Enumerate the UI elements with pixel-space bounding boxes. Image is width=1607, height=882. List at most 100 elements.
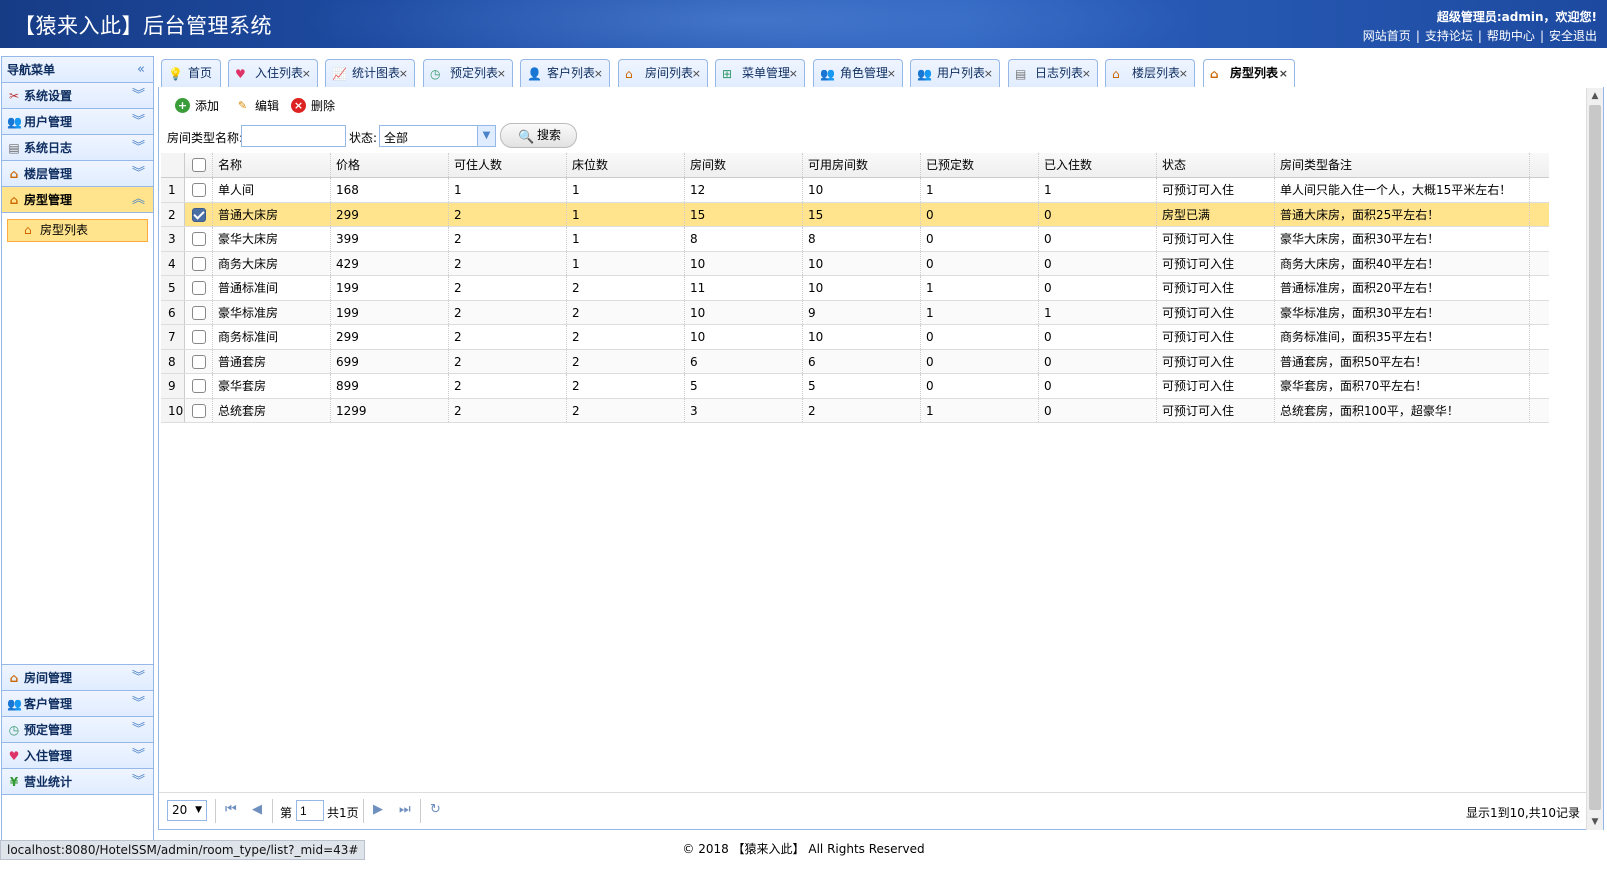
row-checkbox[interactable]	[185, 349, 213, 373]
refresh-icon[interactable]: ↻	[430, 802, 441, 817]
sidebar-group-stats[interactable]: ¥ 营业统计 ︾	[2, 769, 153, 795]
sidebar-group-rooms[interactable]: ⌂ 房间管理 ︾	[2, 665, 153, 691]
expand-icon[interactable]: ︾	[132, 665, 145, 691]
scroll-up-icon[interactable]: ▲	[1587, 88, 1603, 104]
select-all-checkbox[interactable]	[185, 153, 213, 177]
link-site-home[interactable]: 网站首页	[1363, 29, 1411, 43]
col-rooms[interactable]: 房间数	[685, 153, 803, 177]
first-page-icon[interactable]: ⏮	[225, 802, 237, 817]
expand-icon[interactable]: ︾	[132, 109, 145, 135]
close-icon[interactable]: ×	[497, 60, 506, 87]
close-icon[interactable]: ×	[789, 60, 798, 87]
scroll-thumb[interactable]	[1589, 105, 1601, 810]
link-help[interactable]: 帮助中心	[1487, 29, 1535, 43]
tab-floor-list[interactable]: ⌂ 楼层列表 ×	[1105, 59, 1195, 88]
tab-role-manage[interactable]: 👥 角色管理 ×	[813, 59, 903, 88]
link-forum[interactable]: 支持论坛	[1425, 29, 1473, 43]
close-icon[interactable]: ×	[1279, 60, 1288, 87]
next-page-icon[interactable]: ▶	[373, 802, 383, 817]
prev-page-icon[interactable]: ◀	[252, 802, 262, 817]
sidebar-group-customers[interactable]: 👥 客户管理 ︾	[2, 691, 153, 717]
delete-button[interactable]: × 删除	[289, 96, 335, 116]
tab-stats-chart[interactable]: 📈 统计图表 ×	[325, 59, 415, 88]
tab-customer-list[interactable]: 👤 客户列表 ×	[520, 59, 610, 88]
col-name[interactable]: 名称	[213, 153, 331, 177]
tab-menu-manage[interactable]: ⊞ 菜单管理 ×	[715, 59, 805, 88]
expand-icon[interactable]: ︾	[132, 83, 145, 109]
row-checkbox[interactable]	[185, 178, 213, 202]
row-checkbox[interactable]	[185, 227, 213, 251]
sidebar-group-system[interactable]: ✂ 系统设置 ︾	[2, 83, 153, 109]
table-row[interactable]: 10 总统套房 1299 2 2 3 2 1 0 可预订可入住 总统套房，面积100平，超豪华！	[161, 398, 1549, 423]
table-row[interactable]: 5 普通标准间 199 2 2 11 10 1 0 可预订可入住 普通标准房，面积20平左右！	[161, 276, 1549, 301]
col-booked[interactable]: 已预定数	[921, 153, 1039, 177]
col-available[interactable]: 可用房间数	[803, 153, 921, 177]
sidebar-group-logs[interactable]: ▤ 系统日志 ︾	[2, 135, 153, 161]
expand-icon[interactable]: ︾	[132, 743, 145, 769]
expand-icon[interactable]: ︾	[132, 717, 145, 743]
table-row[interactable]: 1 单人间 168 1 1 12 10 1 1 可预订可入住 单人间只能入住一个人，大概15平米左右…	[161, 178, 1549, 203]
table-row[interactable]: 2 普通大床房 299 2 1 15 15 0 0 房型已满 普通大床房，面积25平左右！	[161, 202, 1549, 227]
row-checkbox[interactable]	[185, 202, 213, 226]
sidebar-group-roomtype[interactable]: ⌂ 房型管理 ︽	[2, 187, 153, 213]
expand-icon[interactable]: ︾	[132, 135, 145, 161]
sidebar-group-checkin[interactable]: ♥ 入住管理 ︾	[2, 743, 153, 769]
group-label: 楼层管理	[24, 167, 73, 181]
close-icon[interactable]: ×	[692, 60, 701, 87]
collapse-icon[interactable]: ︽	[132, 187, 145, 213]
expand-icon[interactable]: ︾	[132, 691, 145, 717]
close-icon[interactable]: ×	[302, 60, 311, 87]
vertical-scrollbar[interactable]: ▲ ▼	[1586, 88, 1603, 830]
col-remark[interactable]: 房间类型备注	[1275, 153, 1530, 177]
close-icon[interactable]: ×	[1179, 60, 1188, 87]
link-logout[interactable]: 安全退出	[1549, 29, 1597, 43]
sidebar-group-floors[interactable]: ⌂ 楼层管理 ︾	[2, 161, 153, 187]
table-row[interactable]: 6 豪华标准房 199 2 2 10 9 1 1 可预订可入住 豪华标准房，面积30平左右！	[161, 300, 1549, 325]
roomtype-name-input[interactable]	[241, 125, 346, 147]
collapse-sidebar-icon[interactable]: «	[137, 57, 145, 83]
tab-user-list[interactable]: 👥 用户列表 ×	[910, 59, 1000, 88]
cell-available: 15	[803, 202, 921, 226]
col-beds[interactable]: 床位数	[567, 153, 685, 177]
page-size-select[interactable]: 20 ▼	[167, 800, 207, 821]
tab-checkin-list[interactable]: ♥ 入住列表 ×	[228, 59, 318, 88]
tab-log-list[interactable]: ▤ 日志列表 ×	[1008, 59, 1098, 88]
table-row[interactable]: 8 普通套房 699 2 2 6 6 0 0 可预订可入住 普通套房，面积50平左右！	[161, 349, 1549, 374]
close-icon[interactable]: ×	[1082, 60, 1091, 87]
cell-remark: 豪华套房，面积70平左右！	[1275, 374, 1530, 398]
search-button[interactable]: 🔍 搜索	[500, 123, 577, 148]
row-checkbox[interactable]	[185, 398, 213, 422]
col-checkedin[interactable]: 已入住数	[1039, 153, 1157, 177]
status-select[interactable]: 全部 ▼	[379, 125, 496, 147]
row-checkbox[interactable]	[185, 374, 213, 398]
tab-room-list[interactable]: ⌂ 房间列表 ×	[618, 59, 708, 88]
sidebar-group-booking[interactable]: ◷ 预定管理 ︾	[2, 717, 153, 743]
add-button[interactable]: + 添加	[173, 96, 219, 116]
sidebar-group-users[interactable]: 👥 用户管理 ︾	[2, 109, 153, 135]
expand-icon[interactable]: ︾	[132, 161, 145, 187]
scroll-down-icon[interactable]: ▼	[1587, 814, 1603, 830]
expand-icon[interactable]: ︾	[132, 769, 145, 795]
edit-button[interactable]: ✎ 编辑	[233, 96, 279, 116]
close-icon[interactable]: ×	[399, 60, 408, 87]
close-icon[interactable]: ×	[984, 60, 993, 87]
tab-booking-list[interactable]: ◷ 预定列表 ×	[423, 59, 513, 88]
last-page-icon[interactable]: ⏭	[399, 802, 411, 817]
row-checkbox[interactable]	[185, 325, 213, 349]
table-row[interactable]: 4 商务大床房 429 2 1 10 10 0 0 可预订可入住 商务大床房，面积40平左右！	[161, 251, 1549, 276]
col-capacity[interactable]: 可住人数	[449, 153, 567, 177]
table-row[interactable]: 9 豪华套房 899 2 2 5 5 0 0 可预订可入住 豪华套房，面积70平左右！	[161, 374, 1549, 399]
row-checkbox[interactable]	[185, 251, 213, 275]
tab-home[interactable]: 💡 首页	[161, 59, 221, 88]
tab-roomtype-list[interactable]: ⌂ 房型列表 ×	[1203, 59, 1295, 89]
table-row[interactable]: 3 豪华大床房 399 2 1 8 8 0 0 可预订可入住 豪华大床房，面积30平左右！	[161, 227, 1549, 252]
close-icon[interactable]: ×	[594, 60, 603, 87]
sidebar-item-roomtype-list[interactable]: ⌂ 房型列表	[7, 219, 148, 242]
col-status[interactable]: 状态	[1157, 153, 1275, 177]
table-row[interactable]: 7 商务标准间 299 2 2 10 10 0 0 可预订可入住 商务标准间，面积35平左右！	[161, 325, 1549, 350]
row-checkbox[interactable]	[185, 300, 213, 324]
col-price[interactable]: 价格	[331, 153, 449, 177]
page-number-input[interactable]	[296, 800, 324, 821]
row-checkbox[interactable]	[185, 276, 213, 300]
close-icon[interactable]: ×	[887, 60, 896, 87]
